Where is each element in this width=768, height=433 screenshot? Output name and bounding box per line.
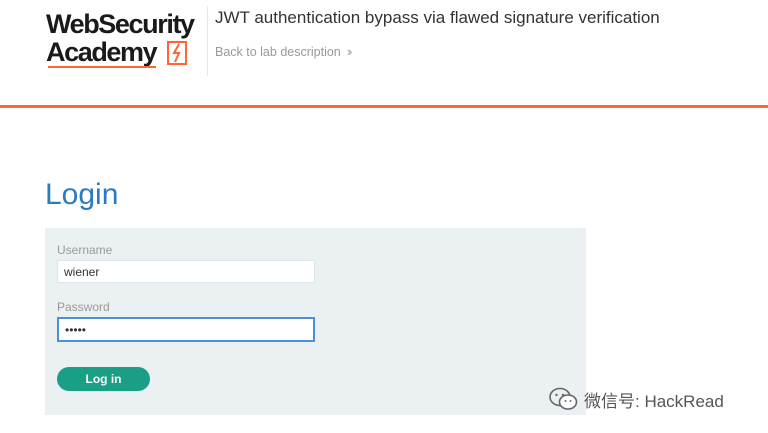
header-divider — [207, 6, 208, 76]
watermark-text: 微信号: HackRead — [584, 391, 724, 411]
logo-text-line2: Academy — [46, 37, 158, 67]
page-title: Login — [45, 178, 119, 211]
logo-bolt-icon — [167, 41, 187, 65]
login-button[interactable]: Log in — [57, 367, 150, 391]
username-input[interactable] — [57, 260, 315, 283]
lab-title: JWT authentication bypass via flawed sig… — [215, 8, 660, 27]
logo-underline — [48, 66, 156, 68]
lab-header: WebSecurity Academy JWT authentication b… — [0, 0, 768, 108]
username-label: Username — [57, 243, 113, 257]
login-form: Username Password Log in — [45, 228, 586, 415]
wechat-watermark: 微信号: HackRead — [548, 386, 724, 412]
wechat-icon — [549, 387, 578, 410]
back-to-lab-description-link[interactable]: Back to lab description ›› — [215, 44, 352, 59]
web-security-academy-logo[interactable]: WebSecurity Academy — [46, 8, 206, 70]
password-input[interactable] — [57, 317, 315, 342]
double-chevron-right-icon: ›› — [346, 44, 352, 59]
back-link-label: Back to lab description — [215, 44, 341, 59]
password-label: Password — [57, 300, 110, 314]
logo-text-line1: WebSecurity — [46, 9, 195, 39]
